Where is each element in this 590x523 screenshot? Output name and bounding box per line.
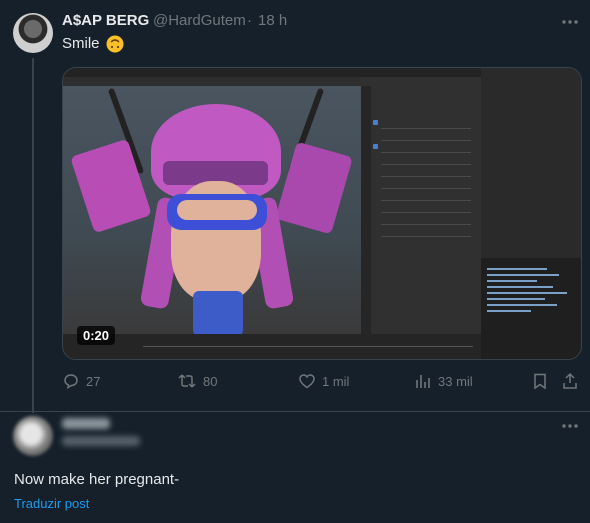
checkbox-icon [373, 144, 378, 149]
blender-workspace-tabs [63, 77, 363, 86]
checkbox-icon [373, 120, 378, 125]
properties-panel [361, 77, 481, 334]
share-button[interactable] [561, 372, 579, 390]
translate-post-link[interactable]: Traduzir post [14, 496, 89, 511]
view-count: 33 mil [438, 373, 473, 389]
code-line [487, 304, 557, 306]
upside-down-face-emoji [106, 35, 124, 53]
helmet-wing-left [70, 138, 152, 234]
property-row [381, 152, 471, 153]
display-name[interactable]: A$AP BERG [62, 12, 149, 29]
reply-icon [64, 374, 78, 389]
outliner-panel [481, 68, 581, 258]
bookmark-button[interactable] [531, 372, 549, 390]
code-line [487, 268, 547, 270]
code-line [487, 286, 553, 288]
post-time[interactable]: 18 h [258, 12, 287, 29]
post-text: Smile [62, 35, 100, 52]
avatar[interactable] [13, 13, 53, 53]
property-row [381, 140, 471, 141]
neck-armor [193, 291, 243, 334]
thread-connector [32, 58, 34, 413]
like-count: 1 mil [322, 373, 350, 389]
code-line [487, 310, 531, 312]
more-options-icon[interactable] [560, 418, 580, 434]
reply-button[interactable]: 27 [62, 372, 100, 390]
timeline-track [143, 346, 473, 347]
repost-icon [178, 374, 196, 388]
property-row [381, 188, 471, 189]
property-row [381, 164, 471, 165]
reply-handle-redacted[interactable] [62, 436, 140, 446]
heart-icon [299, 374, 315, 389]
property-row [381, 176, 471, 177]
reply-text: Now make her pregnant- [14, 471, 180, 488]
code-line [487, 298, 545, 300]
property-row [381, 200, 471, 201]
property-row [381, 236, 471, 237]
code-line [487, 274, 559, 276]
code-line [487, 280, 537, 282]
property-row [381, 128, 471, 129]
like-button[interactable]: 1 mil [298, 372, 349, 390]
3d-viewport [63, 86, 361, 334]
property-row [381, 212, 471, 213]
more-options-icon[interactable] [560, 14, 580, 30]
post-divider [0, 411, 590, 412]
repost-button[interactable]: 80 [177, 372, 217, 390]
helmet-wing-right [275, 141, 353, 235]
bookmark-icon [534, 373, 546, 390]
views-button[interactable]: 33 mil [414, 372, 473, 390]
property-row [381, 224, 471, 225]
visor-opening [177, 200, 257, 220]
reply-display-name-redacted[interactable] [62, 418, 110, 429]
repost-count: 80 [203, 373, 218, 389]
user-handle[interactable]: @HardGutem [153, 12, 246, 29]
reply-avatar[interactable] [13, 416, 53, 456]
code-line [487, 292, 567, 294]
reply-count: 27 [86, 373, 101, 389]
video-duration-badge: 0:20 [77, 326, 116, 345]
share-icon [563, 372, 577, 389]
properties-tab-strip [361, 86, 371, 334]
analytics-icon [416, 375, 430, 388]
video-player[interactable]: 0:20 [62, 67, 582, 360]
separator-dot: · [247, 12, 252, 29]
